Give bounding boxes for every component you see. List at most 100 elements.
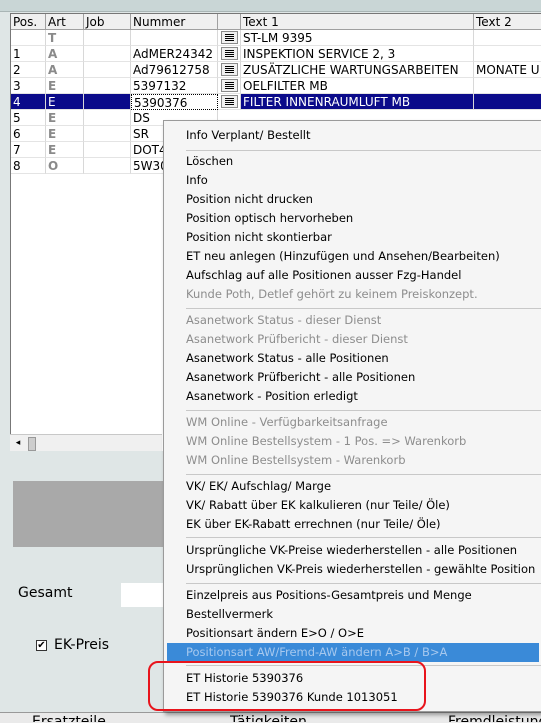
- menu-separator: [186, 308, 541, 309]
- cell-nummer: AdMER24342: [131, 46, 218, 62]
- cell-job: [84, 62, 131, 78]
- cell-job: [84, 126, 131, 142]
- menu-item-info-verplant[interactable]: Info Verplant/ Bestellt: [164, 126, 541, 145]
- cell-button: [218, 46, 241, 62]
- text-edit-icon[interactable]: [221, 63, 238, 76]
- text-edit-icon[interactable]: [221, 79, 238, 92]
- menu-item-vk-rabatt[interactable]: VK/ Rabatt über EK kalkulieren (nur Teil…: [164, 496, 541, 515]
- cell-job: [84, 110, 131, 126]
- cell-text2: [474, 94, 541, 110]
- tab-ersatzteile[interactable]: Ersatzteile: [32, 712, 106, 722]
- menu-item-einzelpreis[interactable]: Einzelpreis aus Positions-Gesamtpreis un…: [164, 586, 541, 605]
- table-row-selected[interactable]: 4 E 5390376 FILTER INNENRAUMLUFT MB: [11, 94, 541, 110]
- table-row[interactable]: 1 A AdMER24342 INSPEKTION SERVICE 2, 3: [11, 46, 541, 62]
- menu-item-asanetwork-status-dienst: Asanetwork Status - dieser Dienst: [186, 313, 382, 327]
- menu-item-positionsart-eo[interactable]: Positionsart ändern E>O / O>E: [164, 624, 541, 643]
- scroll-left-icon[interactable]: ◂: [10, 435, 26, 451]
- cell-nummer: [131, 30, 218, 46]
- cell-text1: OELFILTER MB: [241, 78, 474, 94]
- cell-job: [84, 46, 131, 62]
- cell-pos: 1: [11, 46, 46, 62]
- cell-button: [218, 30, 241, 46]
- cell-text2: [474, 46, 541, 62]
- cell-art: E: [46, 142, 84, 158]
- menu-item-vk-alle[interactable]: Ursprüngliche VK-Preise wiederherstellen…: [164, 541, 541, 560]
- menu-item-kunde-preiskonzept: Kunde Poth, Detlef gehört zu keinem Prei…: [186, 287, 478, 301]
- menu-separator: [186, 410, 541, 411]
- horizontal-scrollbar[interactable]: ◂: [10, 434, 162, 451]
- cell-nummer: Ad79612758: [131, 62, 218, 78]
- menu-item-aufschlag[interactable]: Aufschlag auf alle Positionen ausser Fzg…: [164, 266, 541, 285]
- menu-item-positionsart-ab[interactable]: Positionsart AW/Fremd-AW ändern A>B / B>…: [167, 643, 539, 662]
- table-row[interactable]: 3 E 5397132 OELFILTER MB: [11, 78, 541, 94]
- table-row[interactable]: 2 A Ad79612758 ZUSÄTZLICHE WARTUNGSARBEI…: [11, 62, 541, 78]
- menu-item-ek-rabatt[interactable]: EK über EK-Rabatt errechnen (nur Teile/ …: [164, 515, 541, 534]
- menu-item-asanetwork-pruefbericht-alle[interactable]: Asanetwork Prüfbericht - alle Positionen: [164, 368, 541, 387]
- table-row[interactable]: T ST-LM 9395: [11, 30, 541, 46]
- cell-nummer: 5397132: [131, 78, 218, 94]
- menu-item-vk-ek-marge[interactable]: VK/ EK/ Aufschlag/ Marge: [164, 477, 541, 496]
- context-menu: Info Verplant/ Bestellt Löschen Info Pos…: [163, 120, 541, 712]
- cell-pos: 6: [11, 126, 46, 142]
- text-edit-icon[interactable]: [221, 95, 238, 108]
- menu-item-nicht-drucken[interactable]: Position nicht drucken: [164, 190, 541, 209]
- text-edit-icon[interactable]: [221, 31, 238, 44]
- cell-button: [218, 78, 241, 94]
- cell-pos: [11, 30, 46, 46]
- col-header-text2[interactable]: Text 2: [474, 14, 541, 30]
- gesamt-label: Gesamt: [18, 585, 73, 601]
- cell-text1: ST-LM 9395: [241, 30, 474, 46]
- cell-art: A: [46, 62, 84, 78]
- cell-button: [218, 94, 241, 110]
- ek-preis-label: EK-Preis: [54, 637, 110, 653]
- menu-separator: [186, 583, 541, 584]
- cell-job: [84, 158, 131, 174]
- tab-fremdleistungen[interactable]: Fremdleistungen: [448, 712, 541, 722]
- gesamt-field[interactable]: [121, 583, 163, 607]
- cell-art: A: [46, 46, 84, 62]
- cell-pos: 3: [11, 78, 46, 94]
- cell-art: E: [46, 126, 84, 142]
- cell-text1: FILTER INNENRAUMLUFT MB: [241, 94, 474, 110]
- highlight-annotation: [148, 661, 426, 711]
- menu-item-asanetwork-pruefbericht-dienst: Asanetwork Prüfbericht - dieser Dienst: [186, 332, 408, 346]
- cell-art: E: [46, 78, 84, 94]
- cell-nummer[interactable]: 5390376: [131, 94, 218, 110]
- menu-item-hervorheben[interactable]: Position optisch hervorheben: [164, 209, 541, 228]
- cell-art: E: [46, 94, 84, 110]
- scroll-thumb[interactable]: [28, 437, 36, 451]
- col-header-button: [218, 14, 241, 30]
- menu-item-bestellvermerk[interactable]: Bestellvermerk: [164, 605, 541, 624]
- menu-item-asanetwork-status-alle[interactable]: Asanetwork Status - alle Positionen: [164, 349, 541, 368]
- menu-item-asanetwork-erledigt[interactable]: Asanetwork - Position erledigt: [164, 387, 541, 406]
- cell-text2: MONATE U: [474, 62, 541, 78]
- cell-pos: 8: [11, 158, 46, 174]
- cell-art: O: [46, 158, 84, 174]
- cell-job: [84, 78, 131, 94]
- cell-text1: ZUSÄTZLICHE WARTUNGSARBEITEN: [241, 62, 474, 78]
- top-strip: [0, 0, 541, 12]
- cell-art: T: [46, 30, 84, 46]
- col-header-job[interactable]: Job: [84, 14, 131, 30]
- menu-item-et-neu-anlegen[interactable]: ET neu anlegen (Hinzufügen und Ansehen/B…: [164, 247, 541, 266]
- cell-art: E: [46, 110, 84, 126]
- col-header-text1[interactable]: Text 1: [241, 14, 474, 30]
- cell-job: [84, 94, 131, 110]
- cell-pos: 4: [11, 94, 46, 110]
- menu-item-nicht-skontierbar[interactable]: Position nicht skontierbar: [164, 228, 541, 247]
- col-header-nummer[interactable]: Nummer: [131, 14, 218, 30]
- menu-item-info[interactable]: Info: [164, 171, 541, 190]
- text-edit-icon[interactable]: [221, 47, 238, 60]
- tab-taetigkeiten[interactable]: Tätigkeiten: [230, 712, 307, 722]
- cell-button: [218, 62, 241, 78]
- cell-job: [84, 142, 131, 158]
- menu-item-loeschen[interactable]: Löschen: [164, 152, 541, 171]
- menu-item-wm-warenkorb: WM Online Bestellsystem - Warenkorb: [186, 453, 406, 467]
- cell-job: [84, 30, 131, 46]
- cell-text1: INSPEKTION SERVICE 2, 3: [241, 46, 474, 62]
- ek-preis-checkbox[interactable]: ✔: [36, 640, 47, 651]
- menu-item-vk-gewaehlt[interactable]: Ursprünglichen VK-Preis wiederherstellen…: [164, 560, 541, 579]
- menu-item-wm-verfuegbarkeit: WM Online - Verfügbarkeitsanfrage: [186, 415, 388, 429]
- col-header-art[interactable]: Art: [46, 14, 84, 30]
- col-header-pos[interactable]: Pos.: [11, 14, 46, 30]
